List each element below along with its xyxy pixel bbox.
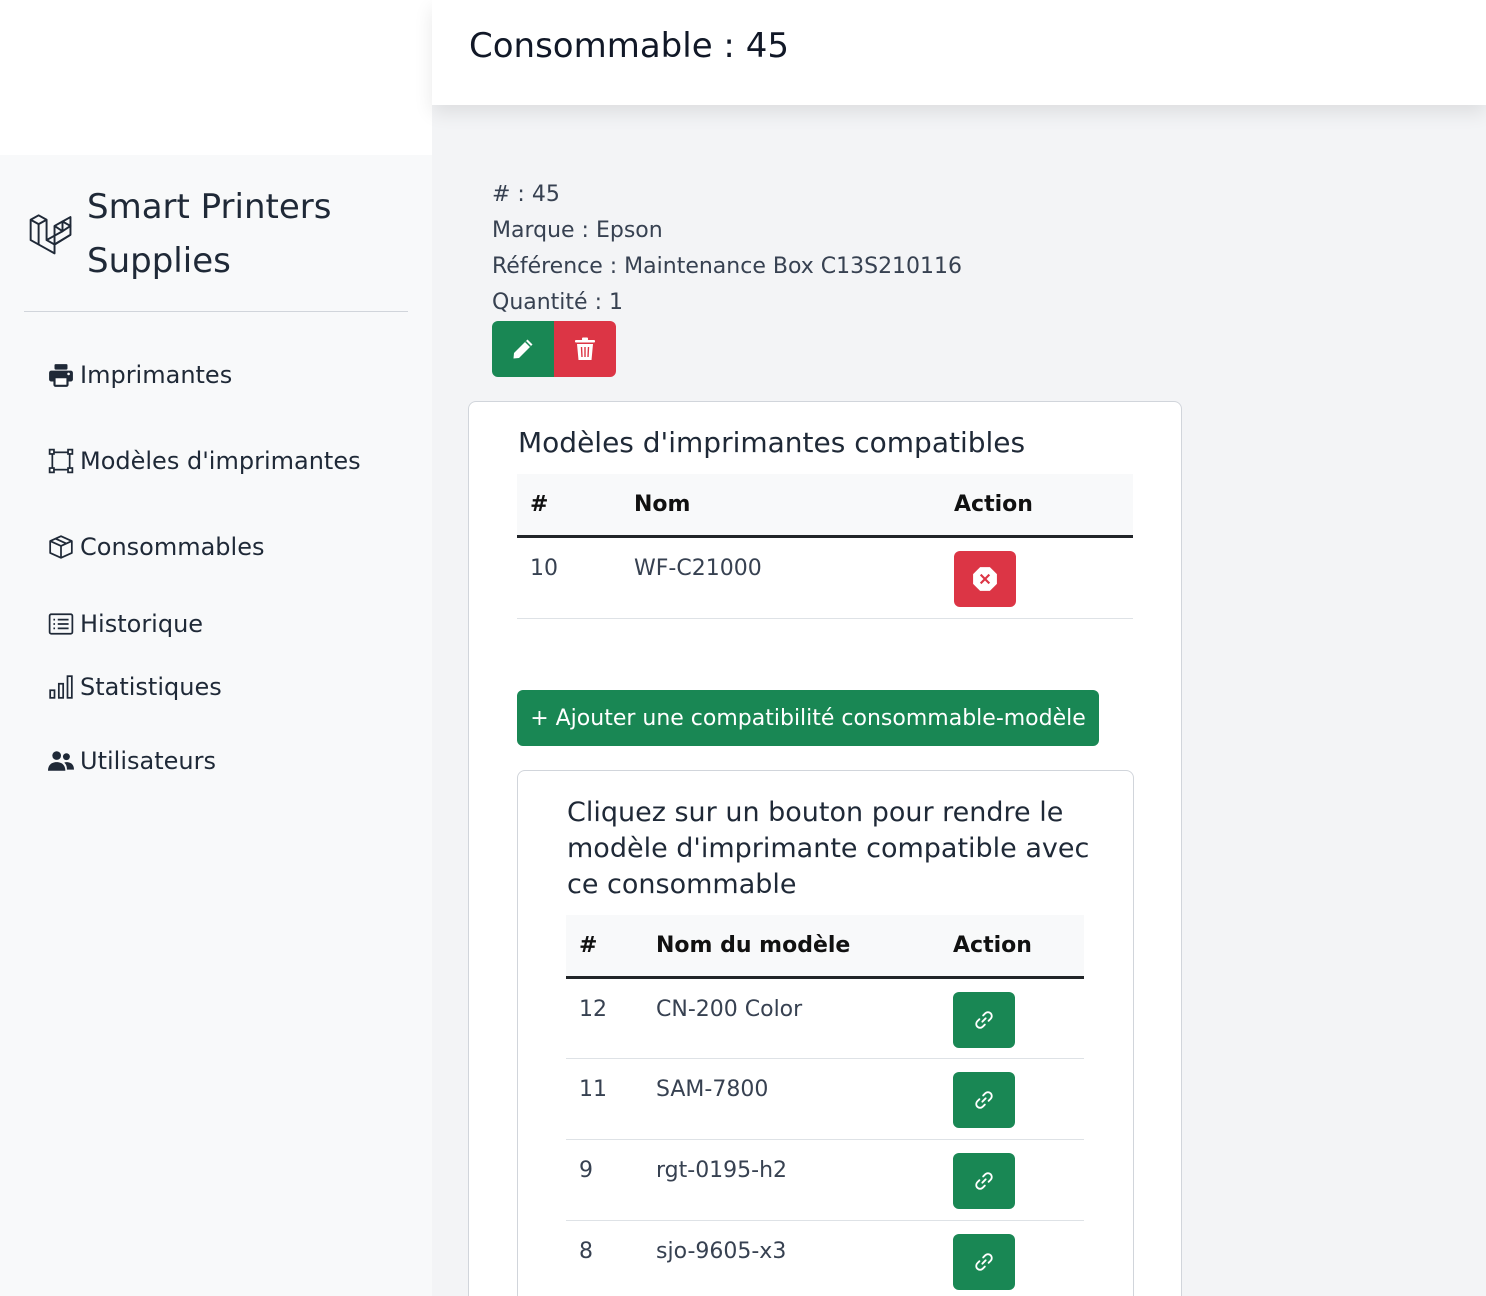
row-action bbox=[940, 1139, 1084, 1220]
consumable-reference: Référence : Maintenance Box C13S210116 bbox=[492, 254, 963, 279]
column-header: Nom bbox=[634, 491, 691, 517]
nav-label: Modèles d'imprimantes bbox=[80, 447, 361, 475]
table-header-row: # Nom du modèle Action bbox=[566, 915, 1084, 977]
row-id: 8 bbox=[579, 1238, 593, 1264]
nav-label: Imprimantes bbox=[80, 361, 233, 389]
compatible-models-title: Modèles d'imprimantes compatibles bbox=[518, 426, 1026, 459]
consumable-quantity: Quantité : 1 bbox=[492, 290, 623, 315]
nav-item-statistiques[interactable]: Statistiques bbox=[48, 667, 222, 707]
trash-icon bbox=[575, 337, 595, 360]
link-model-button[interactable] bbox=[953, 991, 1015, 1048]
column-header: # bbox=[530, 491, 549, 517]
consumable-brand: Marque : Epson bbox=[492, 218, 663, 243]
link-icon bbox=[975, 1252, 993, 1271]
available-models-title: Cliquez sur un bouton pour rendre le mod… bbox=[567, 797, 1090, 900]
delete-button[interactable] bbox=[554, 321, 616, 377]
box-icon bbox=[49, 535, 73, 559]
bar-chart-icon bbox=[49, 675, 73, 699]
bounding-box-icon bbox=[48, 448, 74, 474]
row-name: sjo-9605-x3 bbox=[656, 1238, 787, 1264]
nav-item-historique[interactable]: Historique bbox=[48, 604, 203, 644]
column-header: Nom du modèle bbox=[656, 932, 851, 958]
row-action bbox=[941, 536, 1133, 618]
available-models-card: Cliquez sur un bouton pour rendre le mod… bbox=[517, 770, 1134, 1296]
row-id: 9 bbox=[579, 1157, 593, 1183]
row-action bbox=[940, 1058, 1084, 1139]
add-compatibility-button[interactable]: + Ajouter une compatibilité consommable-… bbox=[517, 690, 1099, 746]
nav-item-consommables[interactable]: Consommables bbox=[48, 527, 264, 567]
people-icon bbox=[48, 751, 74, 771]
compatibility-card: Modèles d'imprimantes compatibles # Nom … bbox=[468, 401, 1182, 1296]
brand-name: Smart Printers Supplies bbox=[87, 187, 332, 281]
nav-item-utilisateurs[interactable]: Utilisateurs bbox=[48, 741, 216, 781]
column-header: Action bbox=[953, 932, 1032, 958]
column-header: # bbox=[579, 932, 598, 958]
consumable-info: # : 45 Marque : Epson Référence : Mainte… bbox=[492, 177, 962, 321]
link-icon bbox=[975, 1010, 993, 1029]
row-name: rgt-0195-h2 bbox=[656, 1157, 788, 1183]
laravel-logo-icon bbox=[29, 214, 72, 255]
available-models-table: # Nom du modèle Action 12 CN-200 Color 1… bbox=[566, 915, 1084, 1296]
brand[interactable]: Smart Printers Supplies bbox=[24, 180, 408, 312]
page-header: Consommable : 45 bbox=[432, 0, 1486, 105]
table-row: 12 CN-200 Color bbox=[566, 977, 1084, 1058]
row-action bbox=[940, 977, 1084, 1058]
table-row: 10 WF-C21000 bbox=[517, 536, 1133, 618]
nav-item-modeles[interactable]: Modèles d'imprimantes bbox=[48, 441, 361, 481]
link-model-button[interactable] bbox=[953, 1152, 1015, 1209]
row-name: WF-C21000 bbox=[634, 555, 762, 581]
link-model-button[interactable] bbox=[953, 1233, 1015, 1290]
table-row: 8 sjo-9605-x3 bbox=[566, 1220, 1084, 1296]
sidebar-top-spacer bbox=[0, 0, 432, 155]
row-action bbox=[940, 1220, 1084, 1296]
compatible-models-table: # Nom Action 10 WF-C21000 bbox=[517, 474, 1133, 619]
row-id: 10 bbox=[530, 555, 558, 581]
row-name: CN-200 Color bbox=[656, 996, 803, 1022]
row-id: 11 bbox=[579, 1076, 607, 1102]
nav-label: Consommables bbox=[80, 533, 265, 561]
nav-label: Utilisateurs bbox=[80, 747, 216, 775]
row-id: 12 bbox=[579, 996, 607, 1022]
x-octagon-icon bbox=[973, 566, 997, 591]
pencil-icon bbox=[513, 339, 533, 359]
page-title: Consommable : 45 bbox=[469, 26, 789, 66]
edit-button[interactable] bbox=[492, 321, 554, 377]
table-row: 9 rgt-0195-h2 bbox=[566, 1139, 1084, 1220]
nav-label: Statistiques bbox=[80, 673, 222, 701]
consumable-id: # : 45 bbox=[492, 182, 560, 207]
printer-icon bbox=[49, 364, 73, 387]
remove-compatibility-button[interactable] bbox=[954, 550, 1016, 607]
row-name: SAM-7800 bbox=[656, 1076, 769, 1102]
link-model-button[interactable] bbox=[953, 1071, 1015, 1128]
nav-item-imprimantes[interactable]: Imprimantes bbox=[48, 355, 232, 395]
table-header-row: # Nom Action bbox=[517, 474, 1133, 536]
sidebar: Smart Printers Supplies Imprimantes Modè… bbox=[0, 0, 432, 1296]
nav-label: Historique bbox=[80, 610, 204, 638]
list-icon bbox=[48, 613, 74, 635]
column-header: Action bbox=[954, 491, 1033, 517]
link-icon bbox=[975, 1171, 993, 1190]
table-row: 11 SAM-7800 bbox=[566, 1058, 1084, 1139]
link-icon bbox=[975, 1090, 993, 1109]
